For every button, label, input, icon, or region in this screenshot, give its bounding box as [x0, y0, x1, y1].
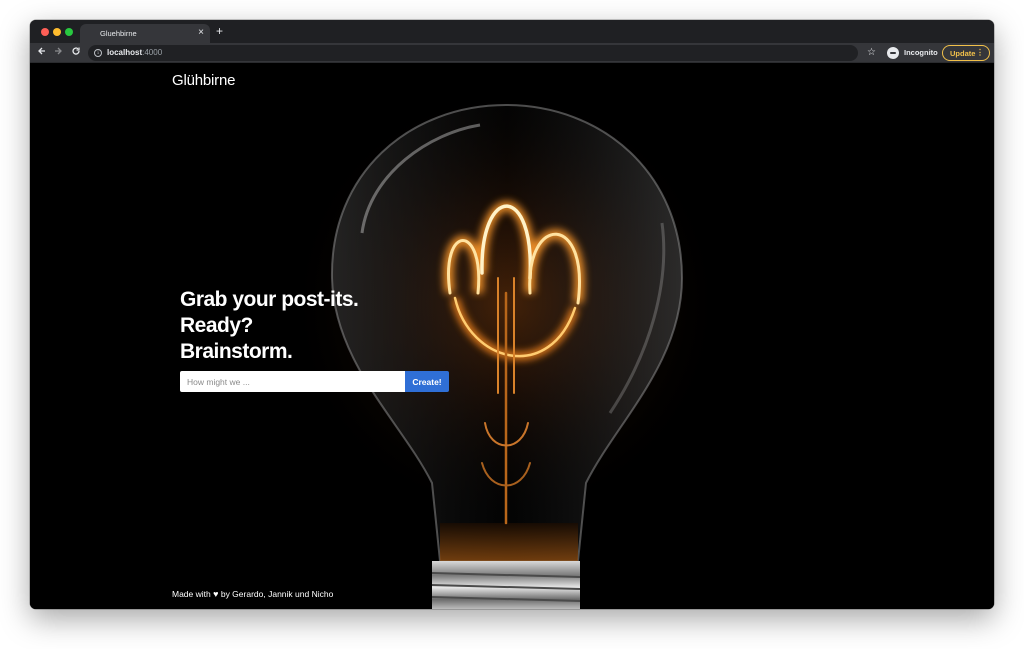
footer-suffix: by Gerardo, Jannik und Nicho: [220, 589, 334, 599]
browser-window: Gluehbirne × + i localhost:4000 ☆ Incogn…: [30, 20, 994, 609]
page-content: Glühbirne Grab your post-its. Ready? Bra…: [30, 63, 994, 609]
tab-gluehbirne[interactable]: Gluehbirne ×: [80, 24, 210, 43]
info-icon[interactable]: i: [94, 49, 102, 57]
tab-title: Gluehbirne: [100, 29, 137, 38]
url-host: localhost: [107, 48, 143, 57]
incognito-icon: [887, 47, 899, 59]
url-port: :4000: [142, 48, 163, 57]
headline-line-3: Brainstorm.: [180, 340, 293, 363]
idea-input[interactable]: [180, 371, 405, 392]
headline-line-2: Ready?: [180, 314, 253, 337]
url-text: localhost:4000: [107, 48, 162, 57]
footer-credits: Made with ♥ by Gerardo, Jannik und Nicho: [172, 589, 333, 599]
headline-line-1: Grab your post-its.: [180, 288, 359, 311]
hero-headline: Grab your post-its. Ready? Brainstorm.: [180, 287, 359, 365]
close-window-button[interactable]: [41, 28, 49, 36]
more-menu-icon[interactable]: ⋮: [976, 48, 984, 57]
browser-toolbar: i localhost:4000 ☆ Incognito Update ⋮: [30, 43, 994, 63]
footer-prefix: Made with: [172, 589, 211, 599]
forward-icon[interactable]: [52, 46, 64, 60]
update-button[interactable]: Update ⋮: [942, 45, 990, 61]
star-icon[interactable]: ☆: [867, 46, 876, 60]
update-label: Update: [950, 49, 976, 58]
address-bar[interactable]: i localhost:4000: [88, 45, 858, 61]
heart-icon: ♥: [213, 589, 219, 599]
incognito-label: Incognito: [904, 48, 938, 57]
create-button[interactable]: Create!: [405, 371, 449, 392]
idea-form: Create!: [180, 371, 449, 392]
tab-strip: Gluehbirne × +: [30, 20, 994, 43]
back-icon[interactable]: [36, 46, 48, 60]
light-bulb-image: [30, 63, 994, 609]
maximize-window-button[interactable]: [65, 28, 73, 36]
brand-logo[interactable]: Glühbirne: [172, 72, 235, 89]
reload-icon[interactable]: [70, 46, 82, 60]
minimize-window-button[interactable]: [53, 28, 61, 36]
new-tab-button[interactable]: +: [216, 25, 223, 37]
close-tab-icon[interactable]: ×: [198, 27, 204, 39]
